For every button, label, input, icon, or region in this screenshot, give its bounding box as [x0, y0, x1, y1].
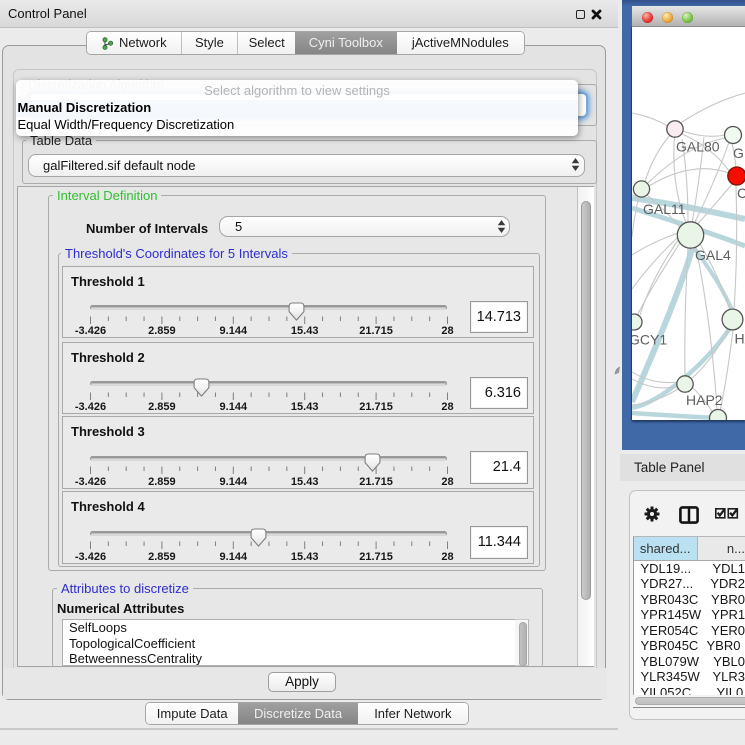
svg-text:GAL4: GAL4: [695, 247, 731, 263]
svg-text:HAP2: HAP2: [686, 392, 723, 408]
svg-text:GAL11: GAL11: [643, 201, 686, 217]
svg-text:G.: G.: [733, 145, 745, 161]
svg-text:GAL80: GAL80: [676, 139, 720, 155]
svg-text:GCY1: GCY1: [632, 332, 667, 348]
svg-text:HAP1: HAP1: [735, 331, 745, 347]
svg-text:C: C: [737, 185, 745, 201]
